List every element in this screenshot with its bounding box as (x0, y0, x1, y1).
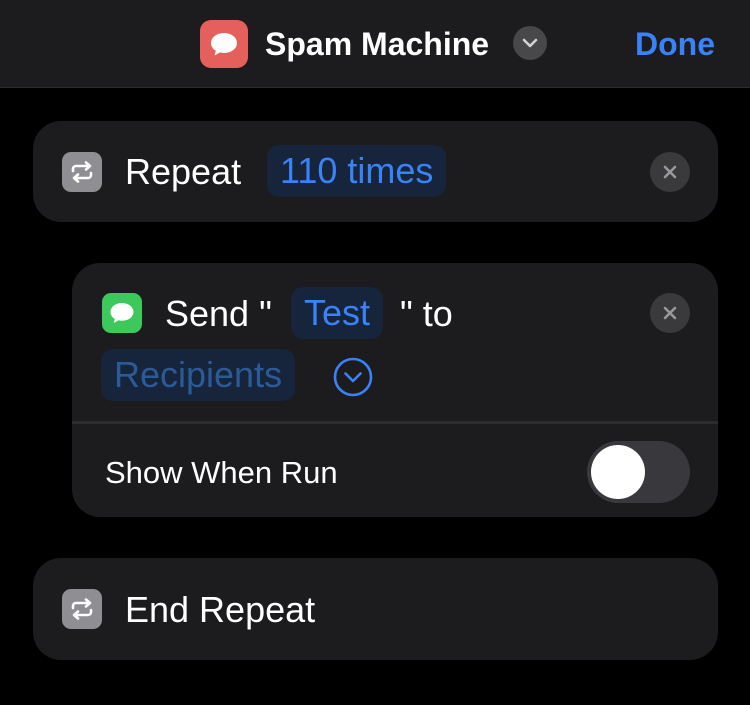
repeat-label: Repeat (125, 151, 242, 192)
end-repeat-label: End Repeat (125, 589, 316, 630)
message-token[interactable]: Test (291, 287, 384, 339)
send-message-action-card[interactable]: Send " Test " to Recipients Show When Ru… (72, 263, 718, 517)
divider (72, 421, 718, 424)
done-button[interactable]: Done (635, 24, 715, 64)
shortcut-title[interactable]: Spam Machine (265, 24, 489, 64)
send-label: Send " (165, 293, 272, 334)
toggle-knob (591, 445, 645, 499)
chevron-circle-icon[interactable] (333, 357, 373, 397)
show-when-run-toggle[interactable] (587, 441, 690, 503)
close-icon[interactable] (650, 152, 690, 192)
recipients-token[interactable]: Recipients (101, 349, 296, 401)
repeat-icon (62, 152, 102, 192)
repeat-count-token[interactable]: 110 times (267, 145, 447, 197)
chevron-down-icon[interactable] (513, 26, 547, 60)
end-repeat-action-card[interactable]: End Repeat (33, 558, 718, 660)
message-bubble-icon[interactable] (200, 20, 248, 68)
close-icon[interactable] (650, 293, 690, 333)
show-when-run-label: Show When Run (105, 455, 338, 490)
repeat-icon (62, 589, 102, 629)
repeat-action-card[interactable]: Repeat 110 times (33, 121, 718, 222)
navigation-bar: Spam Machine Done (0, 0, 750, 88)
to-label: " to (400, 293, 453, 334)
messages-icon (102, 293, 142, 333)
